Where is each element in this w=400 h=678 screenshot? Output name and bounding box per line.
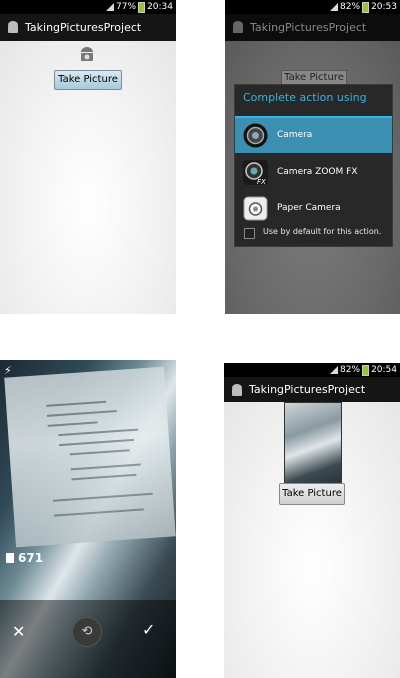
app-title: TakingPicturesProject [250,21,367,34]
battery-icon [362,364,370,376]
option-label: Camera [277,130,313,140]
confirm-icon[interactable]: ✓ [142,620,155,639]
use-default-label: Use by default for this action. [263,227,382,236]
retake-button[interactable]: ⟲ [72,617,102,647]
android-app-icon [233,21,243,33]
clock: 20:54 [371,365,397,375]
action-bar: TakingPicturesProject [0,14,176,41]
retake-icon: ⟲ [81,624,93,639]
option-camera-zoom-fx[interactable]: FX Camera ZOOM FX [235,155,392,190]
android-app-icon [8,21,18,33]
camera-zoom-fx-icon: FX [243,160,268,185]
signal-icon [330,363,339,377]
android-app-icon [232,384,242,396]
screen-result: 82% 20:54 TakingPicturesProject Take Pic… [224,363,400,678]
screen-chooser: 82% 20:53 TakingPicturesProject Take Pic… [225,0,400,314]
clock: 20:34 [147,2,173,12]
camera-app-icon [243,123,268,148]
signal-icon [330,0,339,14]
app-title: TakingPicturesProject [249,383,366,396]
svg-text:FX: FX [257,178,266,185]
battery-percent: 82% [340,2,361,12]
captured-photo-thumbnail [284,402,342,484]
screen-initial: 77% 20:34 TakingPicturesProject Take Pic… [0,0,176,314]
battery-icon [138,1,146,13]
option-paper-camera[interactable]: Paper Camera [235,191,392,226]
storage-icon [6,553,14,563]
chooser-dialog: Complete action using Camera FX Camera Z… [234,84,393,247]
use-default-checkbox[interactable] [244,228,255,239]
battery-percent: 82% [340,365,361,375]
remaining-count: 671 [18,551,44,565]
battery-icon [362,1,370,13]
android-robot-icon [81,47,93,61]
dialog-title: Complete action using [243,91,367,104]
take-picture-button[interactable]: Take Picture [54,70,122,90]
option-label: Camera ZOOM FX [277,167,358,177]
flash-icon[interactable]: ⚡ [4,364,12,377]
app-title: TakingPicturesProject [25,21,142,34]
status-bar: 77% 20:34 [0,0,176,14]
remaining-shots: 671 [6,551,43,565]
option-label: Paper Camera [277,203,341,213]
clock: 20:53 [371,2,397,12]
action-bar: TakingPicturesProject [225,14,400,41]
screen-camera: ⚡ 671 ✕ ⟲ ✓ [0,360,176,678]
option-camera[interactable]: Camera [235,118,392,153]
status-bar: 82% 20:53 [225,0,400,14]
viewfinder-subject [4,366,176,548]
signal-icon [106,0,115,14]
take-picture-button[interactable]: Take Picture [279,483,345,505]
paper-camera-icon [243,196,268,221]
cancel-icon[interactable]: ✕ [12,622,25,641]
action-bar: TakingPicturesProject [224,377,400,402]
battery-percent: 77% [116,2,137,12]
status-bar: 82% 20:54 [224,363,400,377]
